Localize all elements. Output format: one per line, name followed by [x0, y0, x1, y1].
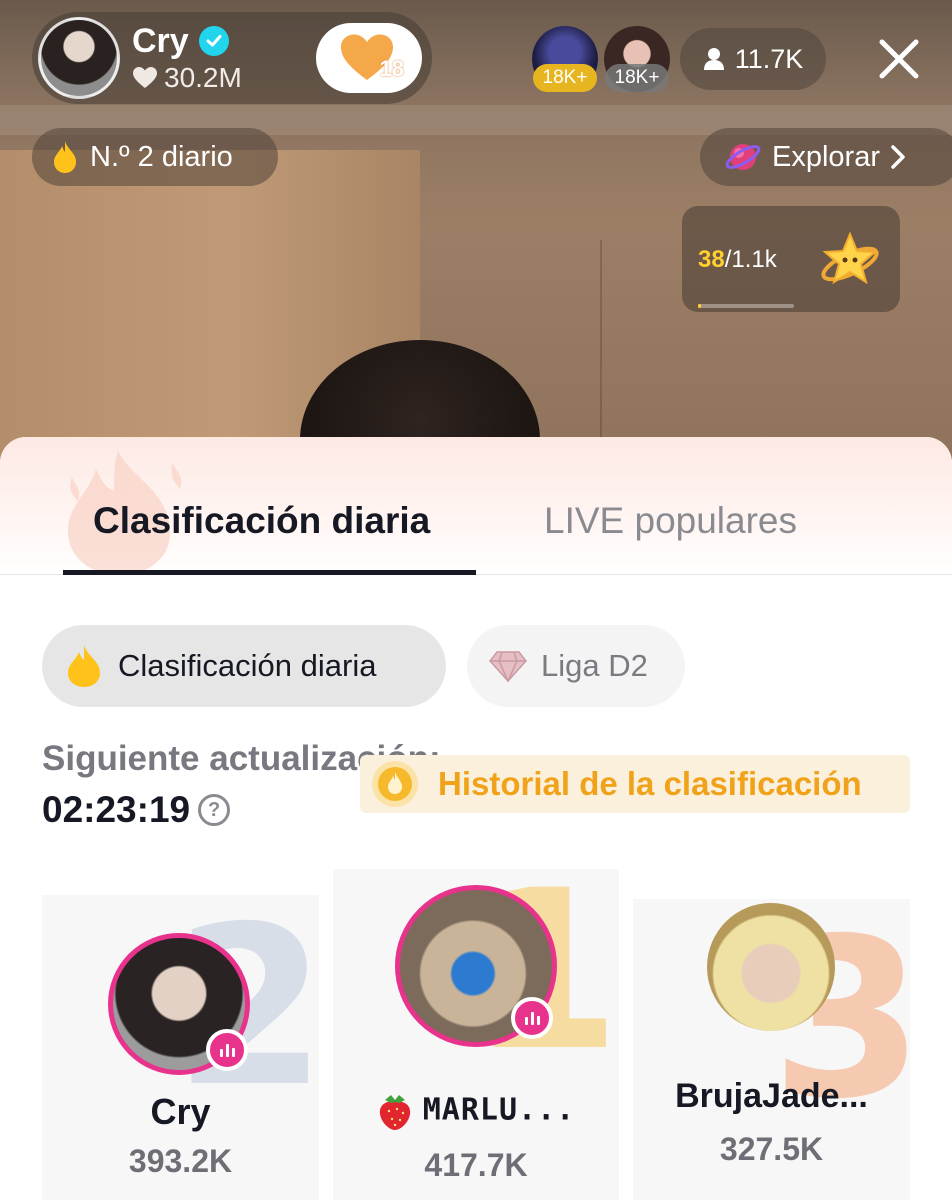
- chip-daily-ranking[interactable]: Clasificación diaria: [42, 625, 446, 707]
- close-icon: [879, 39, 919, 79]
- podium-score: 327.5K: [719, 1131, 824, 1167]
- ranking-history-button[interactable]: Historial de la clasificación: [360, 755, 910, 813]
- flame-icon: [54, 141, 76, 173]
- chevron-right-icon: [891, 145, 905, 169]
- fan-level-badge: 18: [379, 56, 404, 81]
- live-icon: [511, 997, 553, 1039]
- strawberry-icon: [379, 1095, 410, 1130]
- podium-score: 417.7K: [424, 1147, 528, 1183]
- ranking-sheet: Clasificación diaria LIVE populares Clas…: [0, 437, 952, 1200]
- follow-button[interactable]: 18: [316, 23, 422, 93]
- host-avatar[interactable]: [38, 17, 120, 99]
- sheet-header: Clasificación diaria LIVE populares: [0, 437, 952, 575]
- chip-daily-label: Clasificación diaria: [118, 648, 377, 683]
- chip-league-label: Liga D2: [541, 648, 648, 683]
- goal-target: /1.1k: [724, 246, 777, 273]
- help-icon[interactable]: ?: [198, 794, 231, 826]
- goal-current: 38: [698, 246, 725, 273]
- person-icon: [703, 48, 724, 70]
- daily-rank-label: N.º 2 diario: [90, 140, 233, 173]
- flame-icon: [68, 645, 100, 687]
- heart-icon: [133, 67, 157, 88]
- viewer-count-pill[interactable]: 11.7K: [680, 28, 826, 90]
- ranking-history-label: Historial de la clasificación: [438, 765, 862, 802]
- explore-label: Explorar: [772, 140, 880, 173]
- goal-progress-fill: [698, 304, 702, 308]
- gift-goal-card[interactable]: 38/1.1k: [682, 206, 900, 312]
- diamond-icon: [489, 651, 527, 682]
- verified-icon: [198, 26, 229, 56]
- countdown-timer: 02:23:19: [42, 789, 191, 830]
- host-likes: 30.2M: [164, 62, 242, 93]
- podium-card-rank-1[interactable]: 1 MARLU... 417.7K: [333, 869, 619, 1200]
- daily-rank-pill[interactable]: N.º 2 diario: [32, 128, 278, 186]
- podium-score: 393.2K: [128, 1143, 233, 1179]
- host-name: Cry: [132, 22, 189, 60]
- podium-card-rank-3[interactable]: 3 BrujaJade... 327.5K: [633, 899, 910, 1200]
- podium-name: BrujaJade...: [675, 1077, 868, 1115]
- tab-daily-ranking[interactable]: Clasificación diaria: [93, 499, 430, 543]
- star-icon: [821, 231, 879, 285]
- active-tab-indicator: [63, 570, 476, 575]
- top-viewer-badge: 18K+: [605, 64, 669, 92]
- host-info-pill[interactable]: Cry 30.2M 18: [32, 12, 432, 104]
- live-icon: [206, 1029, 248, 1071]
- planet-icon: [725, 144, 761, 170]
- podium-name: Cry: [150, 1091, 211, 1132]
- podium-card-rank-2[interactable]: 2 Cry 393.2K: [42, 895, 319, 1200]
- close-button[interactable]: [874, 34, 924, 84]
- chip-league[interactable]: Liga D2: [467, 625, 685, 707]
- top-viewer-badge: 18K+: [533, 64, 597, 92]
- podium-avatar[interactable]: [707, 903, 835, 1031]
- podium-name: MARLU...: [422, 1092, 576, 1128]
- tab-popular-live[interactable]: LIVE populares: [544, 499, 797, 543]
- flame-coin-icon: [372, 761, 418, 807]
- explore-button[interactable]: Explorar: [700, 128, 952, 186]
- viewer-count: 11.7K: [734, 43, 804, 74]
- goal-progress-bar: [698, 304, 794, 308]
